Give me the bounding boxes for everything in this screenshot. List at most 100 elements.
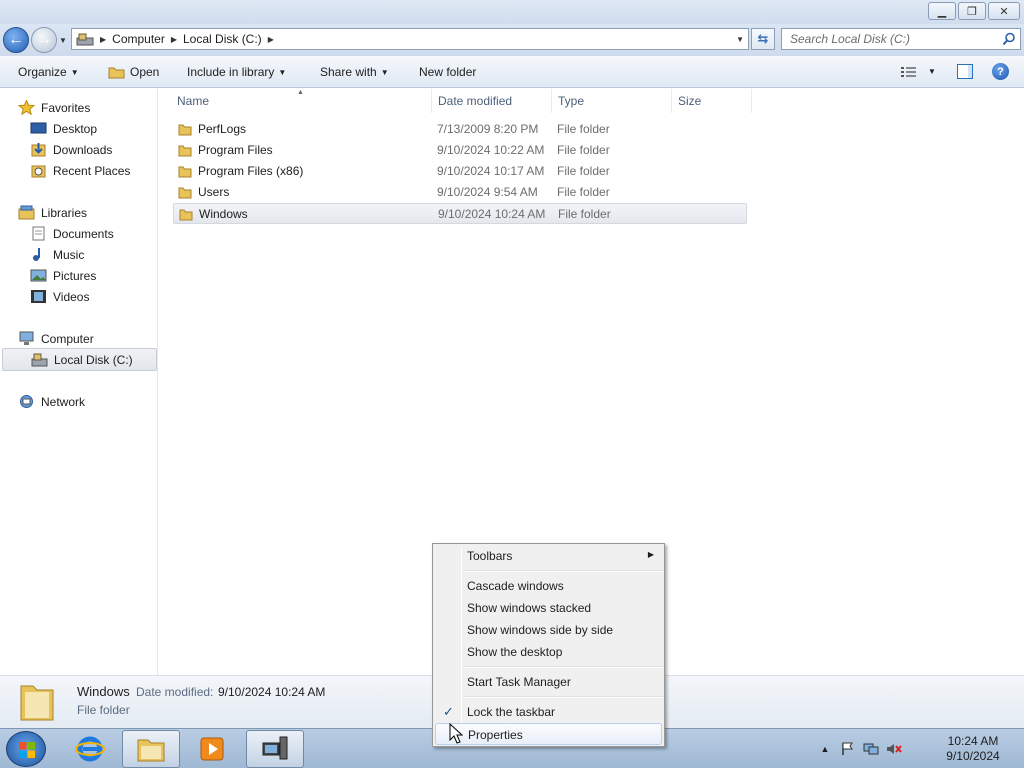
volume-muted-tray-icon[interactable] — [884, 741, 904, 757]
recent-places-icon — [31, 165, 46, 178]
preview-pane-icon[interactable] — [957, 64, 973, 79]
search-icon[interactable] — [1002, 32, 1016, 46]
file-row[interactable]: Program Files (x86) 9/10/2024 10:17 AM F… — [173, 161, 747, 182]
menu-item-cascade-windows[interactable]: Cascade windows — [435, 575, 662, 597]
nav-libraries[interactable]: Libraries — [18, 202, 87, 223]
forward-button[interactable]: → — [31, 27, 57, 53]
menu-item-show-desktop[interactable]: Show the desktop — [435, 641, 662, 663]
recent-pages-dropdown[interactable]: ▼ — [59, 36, 67, 45]
menu-item-show-windows-side-by-side[interactable]: Show windows side by side — [435, 619, 662, 641]
address-bar[interactable]: ▶ Computer ▶ Local Disk (C:) ▶ ▼ — [71, 28, 749, 50]
nav-recent-places[interactable]: Recent Places — [30, 160, 130, 181]
close-button[interactable]: ✕ — [988, 2, 1020, 20]
internet-explorer-icon — [75, 736, 105, 762]
open-button[interactable]: Open — [108, 65, 159, 79]
back-button[interactable]: ← — [3, 27, 29, 53]
menu-item-toolbars[interactable]: Toolbars ▶ — [435, 545, 662, 567]
share-with-label: Share with — [320, 65, 377, 79]
nav-network[interactable]: Network — [18, 391, 85, 412]
breadcrumb-separator-icon[interactable]: ▶ — [268, 35, 274, 44]
breadcrumb-separator-icon[interactable]: ▶ — [171, 35, 177, 44]
menu-item-start-task-manager[interactable]: Start Task Manager — [435, 671, 662, 693]
nav-downloads[interactable]: Downloads — [30, 139, 112, 160]
column-header-name[interactable]: Name — [171, 89, 432, 113]
start-button[interactable] — [6, 731, 46, 767]
column-header-size[interactable]: Size — [672, 89, 752, 113]
refresh-button[interactable]: ⇆ — [751, 28, 775, 50]
taskbar-internet-explorer[interactable] — [61, 730, 119, 768]
file-name: Program Files (x86) — [198, 164, 304, 178]
menu-separator — [463, 666, 663, 668]
include-in-library-button[interactable]: Include in library ▼ — [187, 65, 286, 79]
restore-button[interactable]: ❐ — [958, 2, 986, 20]
file-row[interactable]: Users 9/10/2024 9:54 AM File folder — [173, 182, 747, 203]
chevron-down-icon: ▼ — [70, 67, 79, 77]
new-folder-button[interactable]: New folder — [419, 65, 476, 79]
menu-item-toolbars-label: Toolbars — [467, 549, 513, 563]
column-header-type[interactable]: Type — [552, 89, 672, 113]
clock[interactable]: 10:24 AM 9/10/2024 — [940, 734, 1006, 764]
network-icon — [20, 395, 33, 408]
nav-desktop-label: Desktop — [53, 121, 98, 136]
nav-computer[interactable]: Computer — [18, 328, 94, 349]
folder-icon — [178, 187, 192, 199]
nav-computer-label: Computer — [41, 331, 94, 346]
nav-pictures[interactable]: Pictures — [30, 265, 96, 286]
share-with-button[interactable]: Share with ▼ — [320, 65, 389, 79]
organize-button[interactable]: Organize ▼ — [18, 65, 79, 79]
show-hidden-icons-icon[interactable]: ▲ — [815, 741, 835, 757]
file-row[interactable]: PerfLogs 7/13/2009 8:20 PM File folder — [173, 119, 747, 140]
navigation-pane: Favorites Desktop Downloads Recent Place… — [0, 89, 158, 675]
menu-item-show-windows-stacked[interactable]: Show windows stacked — [435, 597, 662, 619]
file-type: File folder — [557, 122, 610, 136]
nav-documents[interactable]: Documents — [30, 223, 114, 244]
videos-icon — [31, 290, 46, 303]
nav-desktop[interactable]: Desktop — [30, 118, 97, 139]
minimize-button[interactable]: ▁ — [928, 2, 956, 20]
taskbar-remote-desktop[interactable] — [246, 730, 304, 768]
file-name: Windows — [199, 207, 248, 221]
breadcrumb-computer[interactable]: Computer — [112, 32, 165, 46]
breadcrumb-local-disk[interactable]: Local Disk (C:) — [183, 32, 262, 46]
help-icon[interactable]: ? — [992, 63, 1009, 80]
view-options-dropdown-icon[interactable]: ▼ — [928, 67, 936, 76]
file-date: 9/10/2024 10:17 AM — [437, 164, 545, 178]
clock-date: 9/10/2024 — [946, 749, 1000, 763]
file-date: 7/13/2009 8:20 PM — [437, 122, 539, 136]
menu-item-properties[interactable]: Properties — [435, 723, 662, 745]
details-type: File folder — [77, 703, 130, 717]
menu-item-lock-taskbar[interactable]: ✓ Lock the taskbar — [435, 701, 662, 723]
chevron-down-icon: ▼ — [278, 67, 287, 77]
breadcrumb-separator-icon[interactable]: ▶ — [100, 35, 106, 44]
file-type: File folder — [557, 185, 610, 199]
file-name: PerfLogs — [198, 122, 247, 136]
address-dropdown-icon[interactable]: ▼ — [736, 35, 744, 44]
search-input[interactable]: Search Local Disk (C:) — [781, 28, 1021, 50]
flag-icon — [842, 742, 853, 755]
menu-separator — [463, 696, 663, 698]
taskbar-windows-explorer[interactable] — [122, 730, 180, 768]
menu-item-lock-taskbar-label: Lock the taskbar — [467, 705, 556, 719]
nav-music[interactable]: Music — [30, 244, 84, 265]
nav-favorites[interactable]: Favorites — [18, 97, 90, 118]
file-row-selected[interactable]: Windows 9/10/2024 10:24 AM File folder — [173, 203, 747, 224]
libraries-icon — [18, 205, 35, 220]
view-options-icon[interactable] — [900, 65, 918, 79]
file-type: File folder — [557, 143, 610, 157]
file-row[interactable]: Program Files 9/10/2024 10:22 AM File fo… — [173, 140, 747, 161]
back-arrow-icon: ← — [8, 31, 24, 48]
nav-local-disk[interactable]: Local Disk (C:) — [2, 348, 157, 371]
column-name-label: Name — [177, 94, 210, 108]
chevron-down-icon: ▼ — [380, 67, 389, 77]
taskbar-media-player[interactable] — [183, 730, 241, 768]
network-tray-icon[interactable] — [861, 741, 881, 757]
details-date-value: 9/10/2024 10:24 AM — [218, 685, 326, 699]
action-center-flag-icon[interactable] — [838, 741, 858, 757]
include-in-library-label: Include in library — [187, 65, 275, 79]
nav-videos[interactable]: Videos — [30, 286, 89, 307]
organize-label: Organize — [18, 65, 67, 79]
menu-item-cascade-label: Cascade windows — [467, 579, 564, 593]
computer-icon — [19, 331, 34, 345]
column-header-date-modified[interactable]: Date modified — [432, 89, 552, 113]
desktop-icon — [30, 122, 47, 134]
